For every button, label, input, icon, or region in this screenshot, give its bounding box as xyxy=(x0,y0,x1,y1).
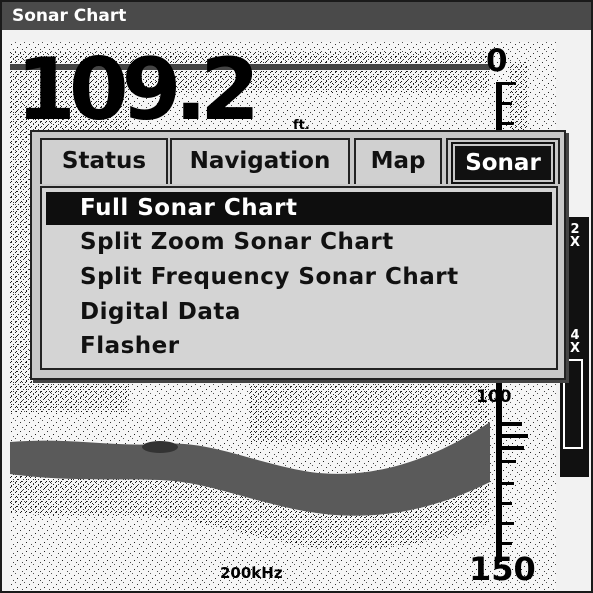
zoom-window-indicator[interactable] xyxy=(563,359,583,449)
depth-scale-bottom: 150 xyxy=(469,550,536,588)
depth-readout: 109.2 xyxy=(16,42,260,140)
tab-sonar[interactable]: Sonar xyxy=(446,138,560,184)
main-menu: Status Navigation Map Sonar Full Sonar C… xyxy=(30,130,566,380)
zoom-2x-label: 2X xyxy=(569,222,581,250)
menu-item-full-sonar-chart[interactable]: Full Sonar Chart xyxy=(46,192,552,225)
sonar-screen: Sonar Chart 109.2 ft. 0 100 150 200kHz 2… xyxy=(0,0,593,593)
tab-navigation[interactable]: Navigation xyxy=(170,138,350,184)
menu-item-split-zoom-sonar-chart[interactable]: Split Zoom Sonar Chart xyxy=(46,226,552,259)
menu-item-digital-data[interactable]: Digital Data xyxy=(46,296,552,329)
sonar-menu-list: Full Sonar Chart Split Zoom Sonar Chart … xyxy=(40,186,558,370)
zoom-4x-label: 4X xyxy=(569,328,581,356)
frequency-label: 200kHz xyxy=(220,564,283,582)
window-title: Sonar Chart xyxy=(2,2,591,30)
tab-map[interactable]: Map xyxy=(354,138,442,184)
tab-status[interactable]: Status xyxy=(40,138,168,184)
menu-item-flasher[interactable]: Flasher xyxy=(46,330,552,363)
depth-scale-top: 0 xyxy=(486,43,508,79)
menu-item-split-frequency-sonar-chart[interactable]: Split Frequency Sonar Chart xyxy=(46,261,552,294)
tab-sonar-label: Sonar xyxy=(455,146,551,180)
depth-scale-mid: 100 xyxy=(476,387,512,407)
